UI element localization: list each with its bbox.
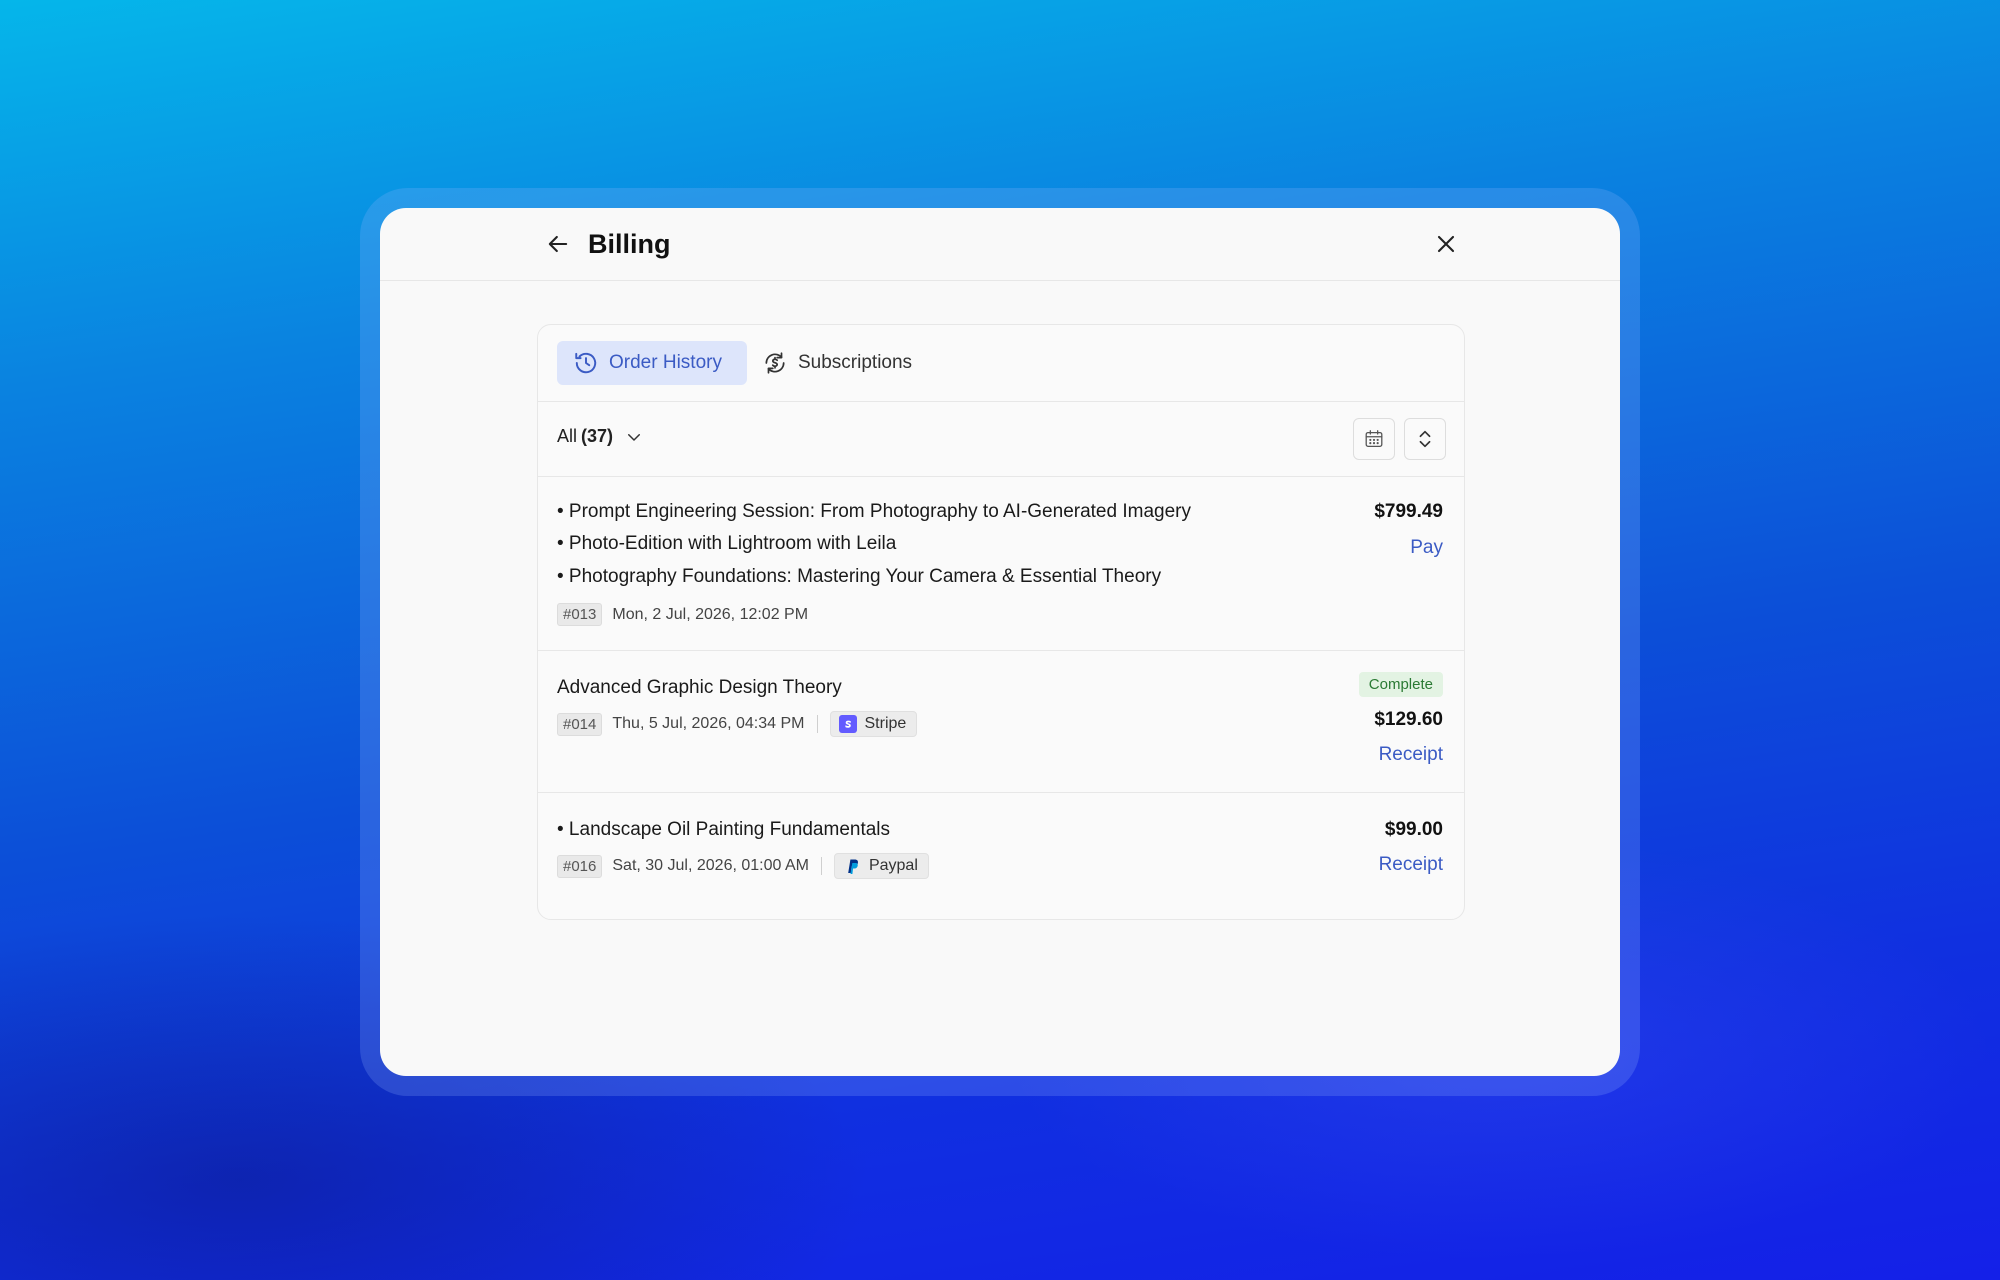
billing-card: Order History Subscriptions All (37) • P… [537,324,1465,920]
payment-method-chip: Stripe [829,711,918,737]
order-date: Mon, 2 Jul, 2026, 12:02 PM [612,605,809,623]
status-badge: Complete [1358,672,1443,697]
order-meta: #016 Sat, 30 Jul, 2026, 01:00 AM Paypal [557,853,929,879]
order-amount: $799.49 [1374,501,1443,522]
order-amount: $99.00 [1384,819,1443,840]
tab-bar: Order History Subscriptions [538,325,1464,402]
order-date: Thu, 5 Jul, 2026, 04:34 PM [612,715,805,732]
filter-count: (37) [581,426,614,446]
order-amount: $129.60 [1374,709,1443,730]
order-id: #014 [557,712,603,736]
order-row[interactable]: • Prompt Engineering Session: From Photo… [538,477,1464,651]
status-filter-dropdown[interactable]: All (37) [557,426,643,447]
filter-bar: All (37) [538,402,1464,477]
order-date: Sat, 30 Jul, 2026, 01:00 AM [612,857,809,874]
dollar-refresh-icon [765,352,785,374]
billing-modal: Billing Order History Subscriptions All … [380,208,1620,1076]
date-filter-button[interactable] [1353,418,1395,460]
divider [816,715,818,733]
paypal-icon [848,859,858,874]
payment-method-chip: Paypal [833,853,929,879]
payment-method-label: Paypal [868,857,918,874]
order-item: • Photography Foundations: Mastering You… [557,566,1162,587]
tab-order-history[interactable]: Order History [557,341,747,385]
chevron-down-icon [628,433,641,441]
order-item: • Prompt Engineering Session: From Photo… [557,501,1191,522]
stripe-icon [838,715,857,733]
calendar-icon [1365,430,1383,447]
order-meta: #014 Thu, 5 Jul, 2026, 04:34 PM Stripe [557,711,918,737]
sort-icon [1419,430,1431,448]
tab-subscriptions[interactable]: Subscriptions [762,341,912,385]
order-row[interactable]: • Landscape Oil Painting Fundamentals #0… [538,793,1464,913]
back-button[interactable] [544,230,572,258]
order-id: #013 [557,603,603,626]
order-id: #016 [557,854,603,878]
tab-label: Order History [609,352,722,373]
arrow-left-icon [548,235,568,253]
receipt-link[interactable]: Receipt [1379,744,1443,766]
payment-method-label: Stripe [864,715,907,732]
page-title: Billing [588,229,671,259]
order-meta: #013 Mon, 2 Jul, 2026, 12:02 PM [557,603,808,626]
filter-label: All [557,426,578,446]
order-item: • Photo-Edition with Lightroom with Leil… [557,533,897,554]
order-item: • Landscape Oil Painting Fundamentals [557,819,891,840]
order-row[interactable]: Advanced Graphic Design Theory #014 Thu,… [538,651,1464,793]
order-item: Advanced Graphic Design Theory [557,677,842,698]
sort-button[interactable] [1404,418,1446,460]
pay-link[interactable]: Pay [1410,537,1443,559]
modal-header: Billing [380,208,1620,281]
close-button[interactable] [1432,230,1460,258]
tab-label: Subscriptions [798,352,913,373]
history-icon [575,352,597,374]
divider [820,857,822,875]
close-icon [1437,235,1455,253]
receipt-link[interactable]: Receipt [1379,854,1443,876]
